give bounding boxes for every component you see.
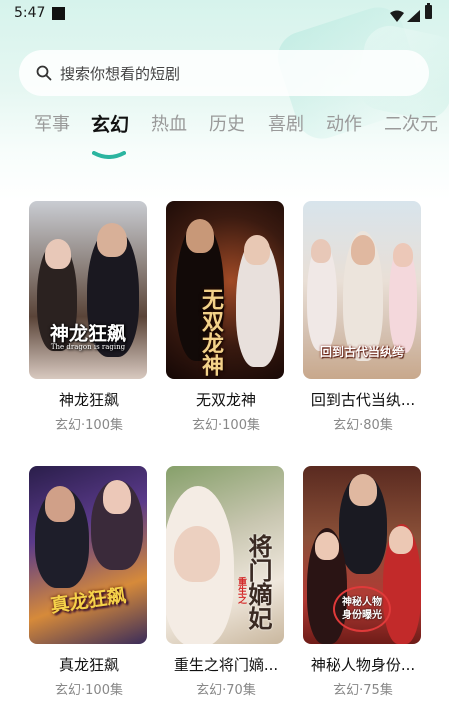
tab-history[interactable]: 历史 — [209, 110, 245, 136]
category-tabs: 军事 玄幻 热血 历史 喜剧 动作 二次元 — [0, 110, 449, 160]
tab-hot-blood[interactable]: 热血 — [151, 110, 187, 136]
search-bar[interactable]: 搜索你想看的短剧 — [19, 50, 429, 96]
drama-poster[interactable]: 神龙狂飙 The dragon is raging — [29, 201, 147, 379]
drama-title[interactable]: 无双龙神 — [166, 389, 286, 410]
poster-title: 无双龙神 — [198, 288, 224, 376]
drama-card[interactable]: 神龙狂飙 The dragon is raging 神龙狂飙 玄幻·100集 — [29, 201, 149, 433]
status-bar: 5:47 — [0, 0, 449, 28]
drama-card[interactable]: 回到古代当纨绔 回到古代当纨... 玄幻·80集 — [303, 201, 423, 433]
drama-title[interactable]: 回到古代当纨... — [303, 389, 423, 410]
search-placeholder: 搜索你想看的短剧 — [60, 64, 181, 83]
poster-tag: 重生之 — [236, 576, 246, 604]
drama-poster[interactable]: 神秘人物身份曝光 — [303, 466, 421, 644]
drama-card[interactable]: 无双龙神 无双龙神 玄幻·100集 — [166, 201, 286, 433]
tab-fantasy[interactable]: 玄幻 — [91, 110, 129, 137]
drama-meta: 玄幻·80集 — [333, 418, 393, 433]
tab-action[interactable]: 动作 — [326, 110, 362, 136]
drama-card[interactable]: 神秘人物身份曝光 神秘人物身份... 玄幻·75集 — [303, 466, 423, 698]
drama-title[interactable]: 重生之将门嫡... — [166, 654, 286, 675]
drama-poster[interactable]: 回到古代当纨绔 — [303, 201, 421, 379]
tab-military[interactable]: 军事 — [34, 110, 70, 136]
wifi-icon — [390, 7, 404, 26]
drama-card[interactable]: 将门嫡妃 重生之 重生之将门嫡... 玄幻·70集 — [166, 466, 286, 698]
drama-title[interactable]: 真龙狂飙 — [29, 654, 149, 675]
drama-poster[interactable]: 将门嫡妃 重生之 — [166, 466, 284, 644]
poster-title: 神秘人物身份曝光 — [333, 586, 391, 632]
drama-meta: 玄幻·75集 — [333, 683, 393, 698]
notification-icon — [52, 7, 65, 20]
poster-title: 回到古代当纨绔 — [319, 345, 404, 359]
drama-card[interactable]: 真龙狂飙 真龙狂飙 玄幻·100集 — [29, 466, 149, 698]
poster-title: 神龙狂飙 — [49, 323, 126, 345]
tab-anime[interactable]: 二次元 — [384, 110, 438, 136]
tab-comedy[interactable]: 喜剧 — [268, 110, 304, 136]
signal-icon — [407, 7, 420, 26]
drama-meta: 玄幻·70集 — [196, 683, 256, 698]
active-tab-indicator — [92, 151, 126, 159]
poster-tagline: The dragon is raging — [50, 343, 126, 351]
drama-meta: 玄幻·100集 — [55, 418, 123, 433]
search-icon — [36, 65, 52, 81]
drama-grid: 神龙狂飙 The dragon is raging 神龙狂飙 玄幻·100集 无… — [0, 0, 449, 712]
battery-icon — [425, 3, 432, 19]
drama-title[interactable]: 神龙狂飙 — [29, 389, 149, 410]
drama-poster[interactable]: 无双龙神 — [166, 201, 284, 379]
drama-meta: 玄幻·100集 — [55, 683, 123, 698]
drama-meta: 玄幻·100集 — [192, 418, 260, 433]
drama-poster[interactable]: 真龙狂飙 — [29, 466, 147, 644]
drama-title[interactable]: 神秘人物身份... — [303, 654, 423, 675]
status-time: 5:47 — [14, 5, 46, 21]
